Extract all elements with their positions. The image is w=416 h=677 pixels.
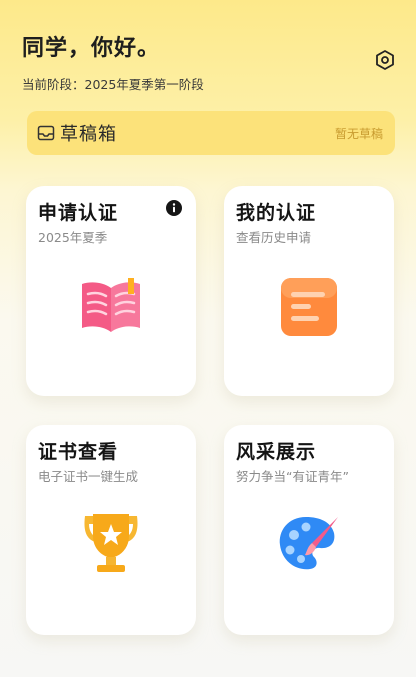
- card-subtitle: 努力争当“有证青年”: [236, 469, 349, 484]
- drafts-bar[interactable]: 草稿箱 暂无草稿: [27, 111, 395, 155]
- card-subtitle: 查看历史申请: [236, 230, 312, 245]
- info-button[interactable]: [166, 200, 182, 220]
- apply-certification-card[interactable]: 申请认证 2025年夏季: [26, 186, 196, 396]
- card-title: 风采展示: [236, 441, 317, 463]
- drafts-title: 草稿箱: [60, 124, 117, 145]
- my-certifications-card[interactable]: 我的认证 查看历史申请: [224, 186, 394, 396]
- card-title: 证书查看: [38, 441, 119, 463]
- header: 同学，你好。 当前阶段：2025年夏季第一阶段: [22, 30, 204, 93]
- settings-button[interactable]: [372, 47, 398, 73]
- showcase-card[interactable]: 风采展示 努力争当“有证青年”: [224, 425, 394, 635]
- document-icon: [224, 276, 394, 338]
- inbox-icon: [37, 125, 55, 141]
- open-book-icon: [26, 276, 196, 336]
- card-subtitle: 2025年夏季: [38, 230, 108, 245]
- current-phase-text: 当前阶段：2025年夏季第一阶段: [22, 77, 204, 92]
- palette-icon: [224, 513, 394, 575]
- greeting-title: 同学，你好。: [22, 36, 161, 61]
- drafts-status: 暂无草稿: [334, 126, 383, 141]
- info-icon: [166, 200, 182, 216]
- hexagon-settings-icon: [376, 50, 394, 70]
- card-subtitle: 电子证书一键生成: [38, 469, 139, 484]
- card-title: 我的认证: [236, 202, 317, 224]
- card-title: 申请认证: [38, 202, 119, 224]
- trophy-icon: [26, 510, 196, 576]
- certificate-view-card[interactable]: 证书查看 电子证书一键生成: [26, 425, 196, 635]
